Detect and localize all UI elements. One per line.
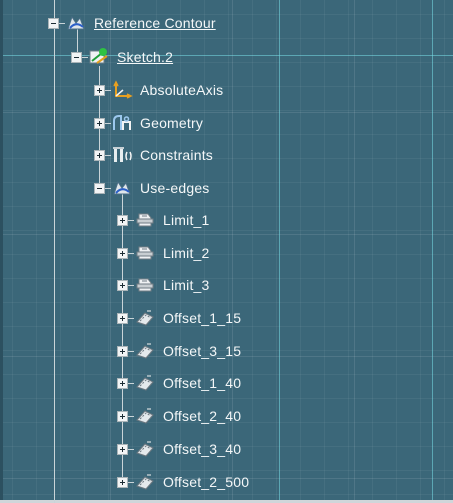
tree-node-limit-1[interactable]: Limit_1 (117, 208, 210, 232)
expand-toggle[interactable] (117, 443, 128, 455)
node-label: Offset_3_15 (163, 343, 242, 359)
node-label: Offset_2_500 (163, 474, 250, 490)
grid-axis-vertical-right (432, 0, 433, 503)
offset-icon (134, 341, 156, 361)
tree-node-offset-2-40[interactable]: Offset_2_40 (117, 404, 241, 428)
node-label: AbsoluteAxis (140, 82, 224, 98)
expand-toggle[interactable] (117, 345, 128, 357)
tree-node-offset-1-15[interactable]: Offset_1_15 (117, 306, 241, 330)
grid-axis-vertical (279, 0, 280, 503)
expand-toggle[interactable] (117, 247, 128, 259)
tree-line-root (54, 0, 55, 503)
tree-node-offset-1-40[interactable]: Offset_1_40 (117, 371, 241, 395)
node-label[interactable]: Sketch.2 (117, 49, 173, 65)
expand-toggle[interactable] (94, 84, 105, 96)
tree-node-reference-contour[interactable]: Reference Contour (48, 11, 216, 35)
collapse-toggle[interactable] (71, 51, 82, 63)
node-label: Offset_1_15 (163, 310, 242, 326)
node-label: Limit_1 (163, 212, 210, 228)
constraints-icon (111, 145, 133, 165)
node-label: Offset_1_40 (163, 375, 242, 391)
tree-node-limit-2[interactable]: Limit_2 (117, 241, 210, 265)
tree-node-offset-3-40[interactable]: Offset_3_40 (117, 437, 241, 461)
tree-node-geometry[interactable]: Geometry (94, 111, 203, 135)
use-edges-icon (111, 178, 133, 198)
node-label[interactable]: Reference Contour (94, 15, 216, 31)
tree-node-limit-3[interactable]: Limit_3 (117, 273, 210, 297)
reference-contour-icon (65, 13, 87, 33)
limit-icon (134, 275, 156, 295)
geometry-icon (111, 113, 133, 133)
specification-tree-viewport[interactable]: Reference Contour Sketch.2 AbsoluteAxis … (0, 0, 453, 503)
absolute-axis-icon (111, 80, 133, 100)
sketch-icon (88, 47, 110, 67)
grid-axis-horizontal (0, 55, 453, 56)
expand-toggle[interactable] (94, 149, 105, 161)
offset-icon (134, 308, 156, 328)
collapse-toggle[interactable] (94, 182, 105, 194)
viewport-left-border (0, 0, 3, 503)
offset-icon (134, 439, 156, 459)
offset-icon (134, 406, 156, 426)
node-label: Limit_2 (163, 245, 210, 261)
expand-toggle[interactable] (117, 279, 128, 291)
node-label: Offset_3_40 (163, 441, 242, 457)
offset-icon (134, 373, 156, 393)
expand-toggle[interactable] (117, 214, 128, 226)
tree-node-constraints[interactable]: Constraints (94, 143, 213, 167)
expand-toggle[interactable] (117, 410, 128, 422)
node-label: Use-edges (140, 180, 210, 196)
limit-icon (134, 210, 156, 230)
tree-node-offset-3-15[interactable]: Offset_3_15 (117, 339, 241, 363)
limit-icon (134, 243, 156, 263)
collapse-toggle[interactable] (48, 17, 59, 29)
node-label: Offset_2_40 (163, 408, 242, 424)
tree-node-use-edges[interactable]: Use-edges (94, 176, 210, 200)
expand-toggle[interactable] (117, 312, 128, 324)
node-label: Constraints (140, 147, 214, 163)
expand-toggle[interactable] (117, 377, 128, 389)
node-label: Limit_3 (163, 277, 210, 293)
expand-toggle[interactable] (117, 476, 128, 488)
offset-icon (134, 472, 156, 492)
node-label: Geometry (140, 115, 204, 131)
expand-toggle[interactable] (94, 117, 105, 129)
tree-node-offset-2-500[interactable]: Offset_2_500 (117, 470, 249, 494)
tree-node-absolute-axis[interactable]: AbsoluteAxis (94, 78, 223, 102)
tree-node-sketch[interactable]: Sketch.2 (71, 45, 173, 69)
